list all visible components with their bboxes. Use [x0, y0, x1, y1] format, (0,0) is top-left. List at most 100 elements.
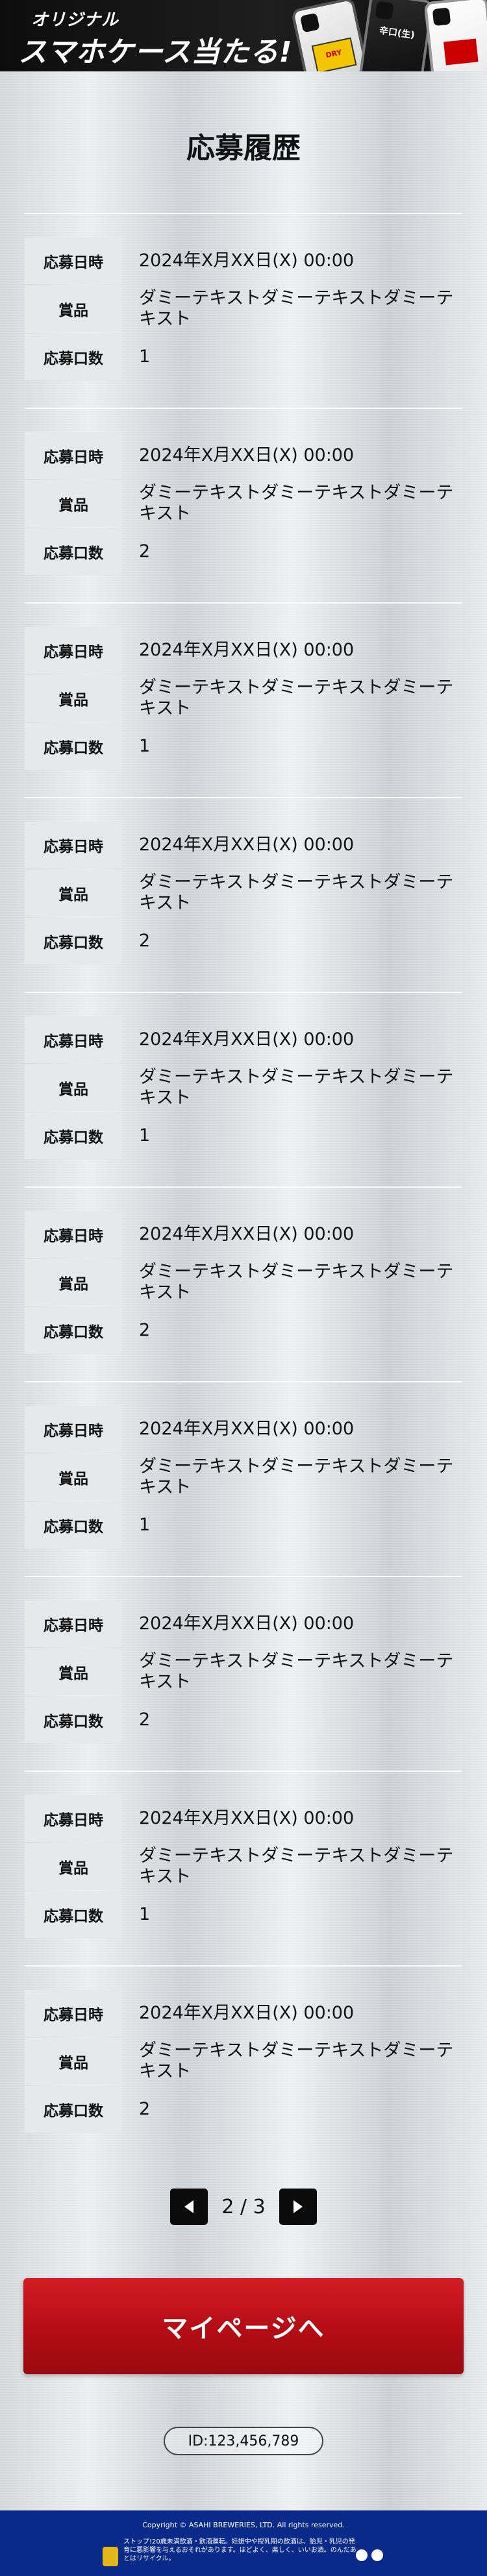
entry-count-row: 応募口数 2	[25, 1307, 462, 1354]
dry-label: DRY	[311, 37, 357, 71]
entry-count-value: 2	[139, 1710, 151, 1730]
user-id-badge: ID:123,456,789	[164, 2427, 323, 2455]
entry-count-value: 2	[139, 2099, 151, 2119]
karakuchi-label: 辛口(生)	[379, 25, 416, 41]
entry-count-value: 1	[139, 1125, 151, 1146]
entry-item: 応募日時 2024年X月XX日(X) 00:00 賞品 ダミーテキストダミーテキ…	[0, 1576, 487, 1771]
divider	[25, 408, 462, 409]
entry-prize-value: ダミーテキストダミーテキストダミーテキスト	[139, 678, 454, 718]
campaign-title-line1: オリジナル	[31, 10, 119, 30]
entry-date-row: 応募日時 2024年X月XX日(X) 00:00	[25, 1601, 462, 1647]
entry-item: 応募日時 2024年X月XX日(X) 00:00 賞品 ダミーテキストダミーテキ…	[0, 602, 487, 797]
entry-date-value: 2024年X月XX日(X) 00:00	[139, 2003, 355, 2023]
entry-date-value: 2024年X月XX日(X) 00:00	[139, 1808, 355, 1828]
triangle-left-icon	[184, 2200, 194, 2213]
entry-date-label: 応募日時	[25, 1016, 122, 1063]
entry-prize-row: 賞品 ダミーテキストダミーテキストダミーテキスト	[25, 2038, 462, 2085]
brand-emblem-icon	[103, 2547, 118, 2566]
entry-prize-label: 賞品	[25, 1259, 122, 1306]
campaign-title-line2: スマホケース当たる!	[18, 36, 293, 69]
entry-prize-value: ダミーテキストダミーテキストダミーテキスト	[139, 1067, 454, 1108]
mypage-button[interactable]: マイページへ	[23, 2278, 464, 2374]
camera-icon	[299, 12, 320, 33]
entry-date-label: 応募日時	[25, 1601, 122, 1647]
entry-count-value: 1	[139, 736, 151, 756]
pagination: 2 / 3	[0, 2189, 487, 2225]
page-indicator: 2 / 3	[221, 2195, 266, 2218]
entry-item: 応募日時 2024年X月XX日(X) 00:00 賞品 ダミーテキストダミーテキ…	[0, 213, 487, 408]
copyright-text: Copyright © ASAHI BREWERIES, LTD. All ri…	[142, 2521, 345, 2529]
entry-count-label: 応募口数	[25, 1307, 122, 1354]
entry-item: 応募日時 2024年X月XX日(X) 00:00 賞品 ダミーテキストダミーテキ…	[0, 1771, 487, 1965]
entry-prize-label: 賞品	[25, 1649, 122, 1695]
entry-prize-label: 賞品	[25, 286, 122, 332]
page-title: 応募履歴	[186, 132, 301, 165]
entry-date-row: 応募日時 2024年X月XX日(X) 00:00	[25, 627, 462, 674]
triangle-right-icon	[293, 2200, 303, 2213]
alcohol-warning-text: ストップ!20歳未満飲酒・飲酒運転。妊娠中や授乳期の飲酒は、胎児・乳児の発育に悪…	[123, 2538, 356, 2562]
entry-count-row: 応募口数 1	[25, 1502, 462, 1549]
entry-item: 応募日時 2024年X月XX日(X) 00:00 賞品 ダミーテキストダミーテキ…	[0, 797, 487, 992]
phone-case-image-black: 辛口(生)	[357, 0, 434, 71]
entry-prize-label: 賞品	[25, 675, 122, 722]
camera-icon	[375, 1, 394, 20]
divider	[25, 797, 462, 798]
entry-count-row: 応募口数 2	[25, 918, 462, 964]
entry-prize-label: 賞品	[25, 870, 122, 916]
entry-count-label: 応募口数	[25, 1891, 122, 1938]
entry-count-label: 応募口数	[25, 723, 122, 770]
entry-count-value: 2	[139, 541, 151, 561]
entry-date-label: 応募日時	[25, 238, 122, 284]
entry-count-label: 応募口数	[25, 918, 122, 964]
entry-prize-label: 賞品	[25, 1843, 122, 1890]
entry-date-row: 応募日時 2024年X月XX日(X) 00:00	[25, 1211, 462, 1258]
entry-prize-value: ダミーテキストダミーテキストダミーテキスト	[139, 288, 454, 329]
recycle-icon	[371, 2549, 383, 2561]
entry-date-row: 応募日時 2024年X月XX日(X) 00:00	[25, 1016, 462, 1063]
entry-count-value: 1	[139, 347, 151, 367]
entry-count-value: 2	[139, 1320, 151, 1340]
entry-count-row: 応募口数 1	[25, 334, 462, 380]
entry-prize-row: 賞品 ダミーテキストダミーテキストダミーテキスト	[25, 1064, 462, 1111]
entry-date-label: 応募日時	[25, 1406, 122, 1453]
entry-date-row: 応募日時 2024年X月XX日(X) 00:00	[25, 822, 462, 868]
entry-prize-row: 賞品 ダミーテキストダミーテキストダミーテキスト	[25, 286, 462, 332]
entry-count-value: 1	[139, 1515, 151, 1535]
entry-count-label: 応募口数	[25, 1697, 122, 1743]
entry-prize-row: 賞品 ダミーテキストダミーテキストダミーテキスト	[25, 675, 462, 722]
entry-date-value: 2024年X月XX日(X) 00:00	[139, 835, 355, 855]
header-banner: オリジナル スマホケース当たる! DRY 辛口(生)	[0, 0, 487, 71]
camera-icon	[432, 7, 451, 27]
divider	[25, 1186, 462, 1188]
red-label-graphic	[443, 38, 479, 66]
entry-count-label: 応募口数	[25, 528, 122, 575]
entry-prize-row: 賞品 ダミーテキストダミーテキストダミーテキスト	[25, 1649, 462, 1695]
divider	[25, 1965, 462, 1967]
entry-date-label: 応募日時	[25, 1211, 122, 1258]
entry-prize-value: ダミーテキストダミーテキストダミーテキスト	[139, 1846, 454, 1887]
entry-count-row: 応募口数 2	[25, 1697, 462, 1743]
entry-count-label: 応募口数	[25, 2086, 122, 2133]
entry-date-label: 応募日時	[25, 1990, 122, 2037]
entry-date-value: 2024年X月XX日(X) 00:00	[139, 445, 355, 465]
entry-date-label: 応募日時	[25, 627, 122, 674]
entry-prize-value: ダミーテキストダミーテキストダミーテキスト	[139, 1651, 454, 1692]
entry-item: 応募日時 2024年X月XX日(X) 00:00 賞品 ダミーテキストダミーテキ…	[0, 1381, 487, 1576]
divider	[25, 992, 462, 993]
entry-prize-row: 賞品 ダミーテキストダミーテキストダミーテキスト	[25, 870, 462, 916]
next-page-button[interactable]	[279, 2189, 317, 2225]
entry-date-row: 応募日時 2024年X月XX日(X) 00:00	[25, 432, 462, 479]
entry-date-value: 2024年X月XX日(X) 00:00	[139, 1224, 355, 1244]
entry-prize-label: 賞品	[25, 2038, 122, 2085]
entry-prize-label: 賞品	[25, 1454, 122, 1501]
entry-count-row: 応募口数 1	[25, 723, 462, 770]
entry-count-row: 応募口数 2	[25, 2086, 462, 2133]
divider	[25, 1381, 462, 1382]
entry-count-value: 1	[139, 1904, 151, 1924]
entry-prize-row: 賞品 ダミーテキストダミーテキストダミーテキスト	[25, 480, 462, 527]
entry-prize-row: 賞品 ダミーテキストダミーテキストダミーテキスト	[25, 1843, 462, 1890]
divider	[25, 1576, 462, 1577]
entry-date-row: 応募日時 2024年X月XX日(X) 00:00	[25, 238, 462, 284]
entry-date-value: 2024年X月XX日(X) 00:00	[139, 640, 355, 660]
prev-page-button[interactable]	[170, 2189, 208, 2225]
